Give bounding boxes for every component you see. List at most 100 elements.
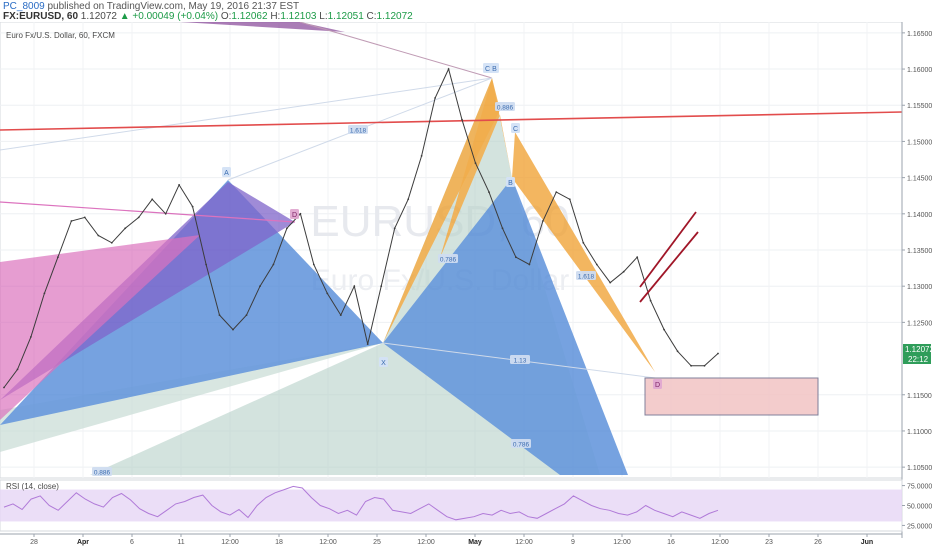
price-point <box>461 118 463 121</box>
last-price-tag: 1.12072 <box>905 345 932 354</box>
fib-ratio-label: 1.618 <box>578 274 595 281</box>
price-point <box>286 227 288 230</box>
date-tick-label: Jun <box>861 539 873 546</box>
chart-area[interactable]: EURUSD, 60 Euro Fx/U.S. Dollar ADXCBCBD … <box>0 21 932 550</box>
purple-top-wedge[interactable] <box>180 22 345 32</box>
price-point <box>57 256 59 259</box>
price-point <box>434 97 436 99</box>
price-tick-label: 1.15000 <box>907 139 932 146</box>
date-tick-label: 12:00 <box>221 539 239 546</box>
price-point <box>137 216 140 219</box>
rsi-label: RSI (14, close) <box>6 482 59 491</box>
price-point <box>717 352 719 355</box>
price-point <box>447 68 450 70</box>
price-point <box>488 191 490 194</box>
pattern-point-label: C <box>513 126 518 133</box>
price-point <box>609 281 612 284</box>
price-point <box>3 386 5 389</box>
fib-ratio-label: 1.618 <box>350 128 367 135</box>
pattern-point-label: B <box>508 180 513 187</box>
price-point <box>83 216 86 219</box>
price-point <box>205 263 208 266</box>
open-label: O: <box>220 11 232 22</box>
pattern-point-label: C <box>485 66 490 73</box>
high-label: H: <box>270 11 281 22</box>
date-axis[interactable]: 28 Apr 6 11 12:00 18 12:00 25 12:00 May 12:00 9 12:0… <box>0 533 902 546</box>
date-tick-label: Apr <box>77 539 89 546</box>
price-point <box>124 227 127 230</box>
price-point <box>474 162 477 165</box>
chart-title: Euro Fx/U.S. Dollar, 60, FXCM <box>6 31 115 40</box>
rsi-tick-label: 25.0000 <box>907 523 932 530</box>
date-tick-label: 25 <box>373 539 381 546</box>
price-point <box>43 292 46 295</box>
up-arrow-icon: ▲ <box>119 11 130 22</box>
price-point <box>326 292 329 295</box>
resistance-line[interactable] <box>0 111 903 131</box>
price-change: +0.00049 (+0.04%) <box>132 11 219 22</box>
date-tick-label: 12:00 <box>417 539 435 546</box>
price-chart-svg[interactable]: EURUSD, 60 Euro Fx/U.S. Dollar ADXCBCBD … <box>0 21 932 550</box>
price-tick-label: 1.11500 <box>907 393 932 400</box>
fib-ratio-label: 0.786 <box>513 442 530 449</box>
price-point <box>649 299 652 302</box>
rsi-tick-label: 75.0000 <box>907 484 932 491</box>
price-point <box>232 328 234 331</box>
open-value: 1.12062 <box>231 11 268 22</box>
price-point <box>272 263 275 266</box>
price-tick-label: 1.13500 <box>907 248 932 255</box>
fib-dotted-1 <box>0 77 493 151</box>
target-zone-box[interactable] <box>644 377 819 416</box>
close-label: C: <box>366 11 377 22</box>
fib-ratio-label: 0.786 <box>440 257 457 264</box>
pattern-point-label: A <box>224 170 229 177</box>
price-point <box>542 220 544 222</box>
price-point <box>420 155 423 157</box>
price-point <box>164 212 167 215</box>
date-tick-label: 11 <box>177 539 184 546</box>
last-price: 1.12072 <box>80 11 117 22</box>
price-tick-label: 1.16500 <box>907 31 932 38</box>
price-point <box>312 263 315 266</box>
price-point <box>636 256 639 259</box>
price-point <box>70 220 73 222</box>
date-tick-label: 12:00 <box>319 539 337 546</box>
price-point <box>245 314 248 316</box>
price-point <box>380 285 383 288</box>
purple-top-line <box>299 21 493 79</box>
price-point <box>676 350 679 353</box>
rsi-pane[interactable]: 75.0000 50.0000 25.0000 <box>0 479 932 532</box>
fib-ratio-label: 1.13 <box>514 358 527 365</box>
price-point <box>218 314 221 316</box>
price-point <box>690 364 692 367</box>
date-tick-label: 16 <box>667 539 675 546</box>
date-tick-label: 12:00 <box>515 539 533 546</box>
fib-ratio-label: 0.886 <box>497 105 514 112</box>
price-point <box>703 364 706 367</box>
price-point <box>366 343 369 345</box>
channel-lower[interactable] <box>639 231 699 303</box>
close-value: 1.12072 <box>376 11 413 22</box>
price-point <box>353 285 356 288</box>
price-point <box>663 328 665 331</box>
date-tick-label: 23 <box>765 539 773 546</box>
pattern-point-label: X <box>381 360 386 367</box>
price-point <box>528 263 531 266</box>
pattern-point-label: B <box>492 66 497 73</box>
date-tick-label: 26 <box>814 539 822 546</box>
price-point <box>110 241 113 244</box>
price-point <box>299 212 302 215</box>
countdown-tag: 22:12 <box>908 355 929 364</box>
price-point <box>568 198 571 201</box>
price-tick-label: 1.16000 <box>907 67 932 74</box>
price-point <box>97 234 100 237</box>
price-axis[interactable]: 1.16500 1.16000 1.15500 1.15000 1.14500 1.140… <box>901 22 932 538</box>
price-point <box>30 336 32 338</box>
price-tick-label: 1.11000 <box>907 429 932 436</box>
date-tick-label: 9 <box>571 539 575 546</box>
price-tick-label: 1.13000 <box>907 284 932 291</box>
price-point <box>259 285 261 288</box>
date-tick-label: May <box>468 539 482 546</box>
symbol-label: FX:EURUSD, 60 <box>3 11 79 22</box>
low-value: 1.12051 <box>327 11 364 22</box>
